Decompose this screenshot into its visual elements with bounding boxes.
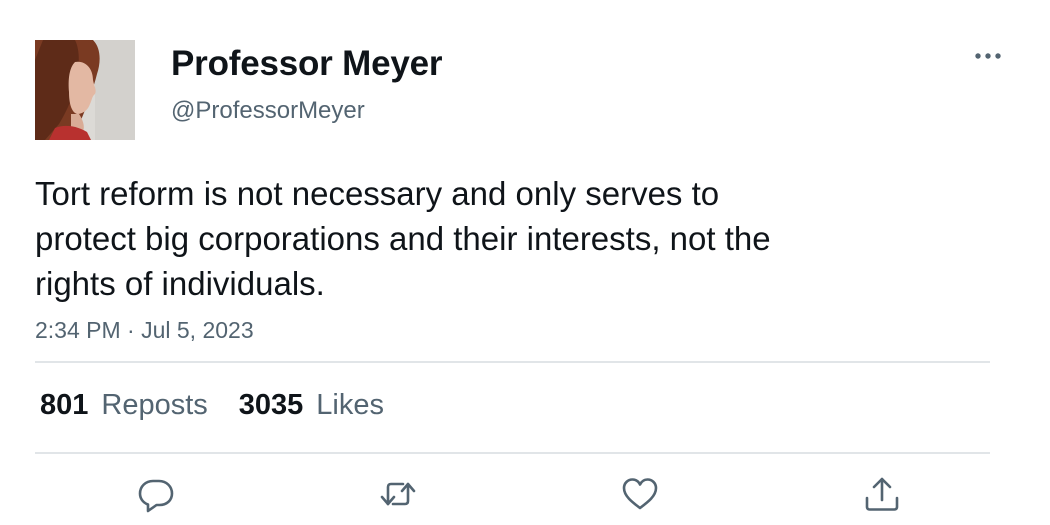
- timestamp[interactable]: 2:34 PM · Jul 5, 2023: [35, 316, 254, 344]
- reply-button[interactable]: [136, 474, 176, 514]
- tweet-text: Tort reform is not necessary and only se…: [35, 171, 865, 306]
- reposts-label: Reposts: [101, 389, 208, 421]
- likes-count: 3035: [238, 389, 304, 421]
- tweet-card: Professor Meyer @ProfessorMeyer Tort ref…: [0, 0, 1050, 525]
- like-button[interactable]: [620, 474, 660, 514]
- like-icon: [622, 478, 658, 510]
- likes-label: Likes: [316, 389, 384, 421]
- avatar-photo: [35, 40, 135, 140]
- divider: [35, 452, 990, 454]
- share-icon: [865, 477, 899, 511]
- repost-button[interactable]: [378, 474, 418, 514]
- share-button[interactable]: [862, 474, 902, 514]
- reposts-stat[interactable]: 801 Reposts: [40, 388, 208, 422]
- tweet-text-line: rights of individuals.: [35, 265, 325, 302]
- reposts-count: 801: [40, 389, 89, 421]
- repost-icon: [380, 482, 416, 506]
- likes-stat[interactable]: 3035 Likes: [239, 388, 384, 422]
- avatar[interactable]: [35, 40, 135, 140]
- display-name[interactable]: Professor Meyer: [171, 44, 442, 84]
- tweet-text-line: protect big corporations and their inter…: [35, 220, 771, 257]
- more-icon[interactable]: [970, 44, 1006, 68]
- user-handle[interactable]: @ProfessorMeyer: [171, 97, 365, 125]
- tweet-text-line: Tort reform is not necessary and only se…: [35, 175, 720, 212]
- divider: [35, 361, 990, 363]
- engagement-stats: 801 Reposts 3035 Likes: [40, 388, 384, 422]
- reply-icon: [138, 479, 174, 513]
